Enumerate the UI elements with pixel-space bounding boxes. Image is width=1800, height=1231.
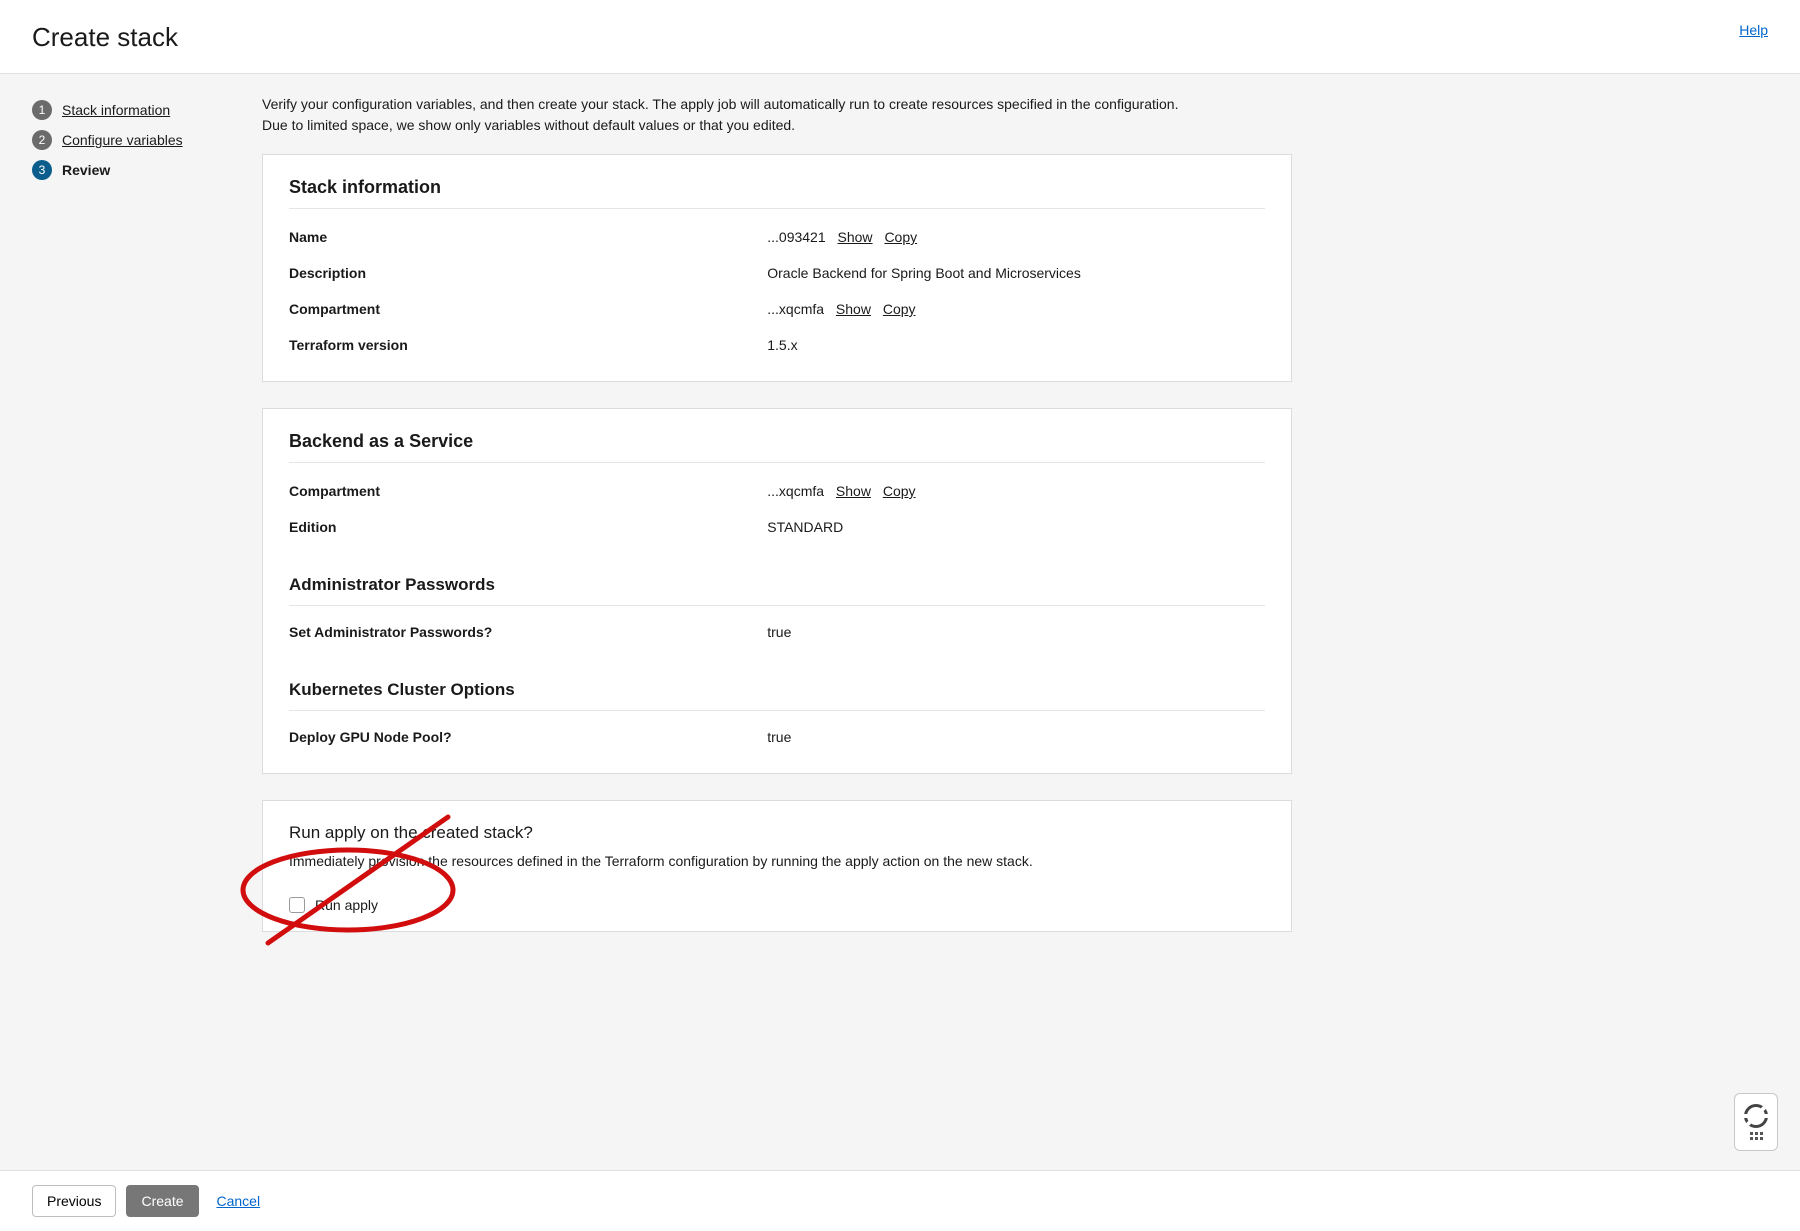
apply-heading: Run apply on the created stack? <box>289 823 1265 843</box>
step-link[interactable]: Configure variables <box>62 132 183 148</box>
row-value: true <box>767 729 1265 745</box>
value-text: Oracle Backend for Spring Boot and Micro… <box>767 265 1081 281</box>
create-button[interactable]: Create <box>126 1185 198 1217</box>
row-value: ...xqcmfa Show Copy <box>767 483 1265 499</box>
row-baas-compartment: Compartment ...xqcmfa Show Copy <box>289 473 1265 509</box>
row-description: Description Oracle Backend for Spring Bo… <box>289 255 1265 291</box>
section-heading-baas: Backend as a Service <box>289 431 1265 463</box>
copy-link[interactable]: Copy <box>883 301 916 317</box>
row-value: 1.5.x <box>767 337 1265 353</box>
card-run-apply: Run apply on the created stack? Immediat… <box>262 800 1292 932</box>
copy-link[interactable]: Copy <box>884 229 917 245</box>
value-text: ...093421 <box>767 229 825 245</box>
help-widget[interactable] <box>1734 1093 1778 1151</box>
main-content: Verify your configuration variables, and… <box>262 94 1292 1130</box>
value-text: 1.5.x <box>767 337 797 353</box>
row-admin-set: Set Administrator Passwords? true <box>289 614 1265 650</box>
page-header: Create stack Help <box>0 0 1800 74</box>
step-label: Review <box>62 162 110 178</box>
row-label: Name <box>289 229 767 245</box>
row-value: true <box>767 624 1265 640</box>
row-label: Compartment <box>289 483 767 499</box>
wizard-steps: 1 Stack information 2 Configure variable… <box>32 94 262 1130</box>
row-k8s-gpu: Deploy GPU Node Pool? true <box>289 719 1265 755</box>
value-text: true <box>767 729 791 745</box>
value-text: STANDARD <box>767 519 843 535</box>
value-text: true <box>767 624 791 640</box>
row-label: Terraform version <box>289 337 767 353</box>
row-value: ...xqcmfa Show Copy <box>767 301 1265 317</box>
section-heading-admin: Administrator Passwords <box>289 575 1265 606</box>
value-text: ...xqcmfa <box>767 483 824 499</box>
show-link[interactable]: Show <box>836 301 871 317</box>
previous-button[interactable]: Previous <box>32 1185 116 1217</box>
wizard-footer: Previous Create Cancel <box>0 1170 1800 1231</box>
card-stack-information: Stack information Name ...093421 Show Co… <box>262 154 1292 382</box>
run-apply-checkbox-row: Run apply <box>289 897 1265 913</box>
row-label: Set Administrator Passwords? <box>289 624 767 640</box>
row-label: Description <box>289 265 767 281</box>
show-link[interactable]: Show <box>836 483 871 499</box>
intro-text: Verify your configuration variables, and… <box>262 94 1202 136</box>
step-badge: 1 <box>32 100 52 120</box>
cancel-link[interactable]: Cancel <box>217 1193 261 1209</box>
card-heading: Stack information <box>289 177 1265 209</box>
step-link[interactable]: Stack information <box>62 102 170 118</box>
step-stack-information[interactable]: 1 Stack information <box>32 100 262 120</box>
help-link[interactable]: Help <box>1739 22 1768 38</box>
run-apply-label: Run apply <box>315 897 378 913</box>
row-label: Edition <box>289 519 767 535</box>
copy-link[interactable]: Copy <box>883 483 916 499</box>
step-review: 3 Review <box>32 160 262 180</box>
row-value: ...093421 Show Copy <box>767 229 1265 245</box>
row-label: Deploy GPU Node Pool? <box>289 729 767 745</box>
row-baas-edition: Edition STANDARD <box>289 509 1265 545</box>
row-name: Name ...093421 Show Copy <box>289 219 1265 255</box>
section-heading-k8s: Kubernetes Cluster Options <box>289 680 1265 711</box>
row-value: Oracle Backend for Spring Boot and Micro… <box>767 265 1265 281</box>
row-value: STANDARD <box>767 519 1265 535</box>
row-terraform-version: Terraform version 1.5.x <box>289 327 1265 363</box>
step-configure-variables[interactable]: 2 Configure variables <box>32 130 262 150</box>
row-compartment: Compartment ...xqcmfa Show Copy <box>289 291 1265 327</box>
page-title: Create stack <box>32 22 178 53</box>
drag-handle-icon <box>1750 1132 1763 1140</box>
step-badge: 2 <box>32 130 52 150</box>
apply-description: Immediately provision the resources defi… <box>289 853 1265 869</box>
show-link[interactable]: Show <box>838 229 873 245</box>
step-badge: 3 <box>32 160 52 180</box>
lifebuoy-icon <box>1744 1104 1768 1128</box>
value-text: ...xqcmfa <box>767 301 824 317</box>
card-variables: Backend as a Service Compartment ...xqcm… <box>262 408 1292 774</box>
row-label: Compartment <box>289 301 767 317</box>
run-apply-checkbox[interactable] <box>289 897 305 913</box>
